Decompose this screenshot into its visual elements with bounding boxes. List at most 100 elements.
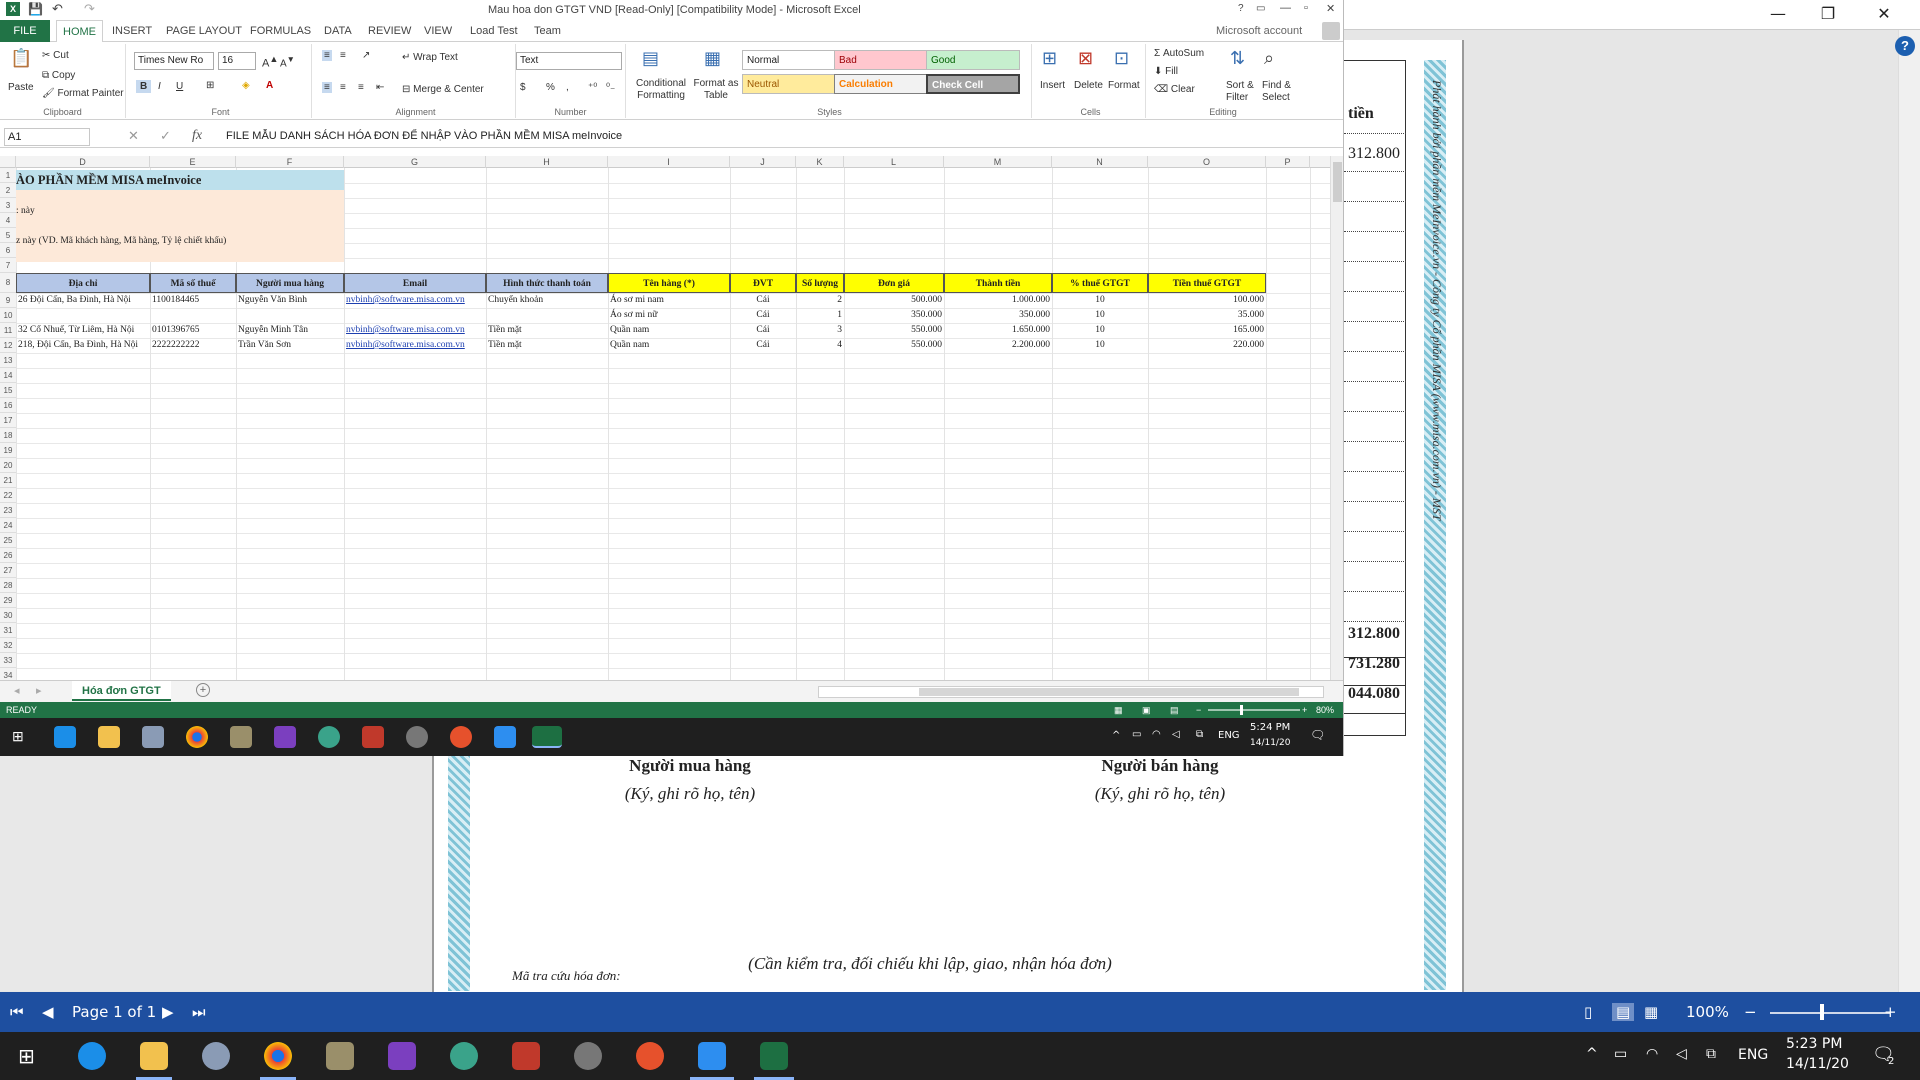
excel-zoom-slider[interactable] xyxy=(1208,709,1300,711)
cell-tax[interactable]: 1100184465 xyxy=(152,293,234,308)
column-header-j[interactable]: J xyxy=(730,156,796,168)
row-header[interactable]: 34 xyxy=(0,668,16,680)
tab-page-layout[interactable]: PAGE LAYOUT xyxy=(160,20,248,42)
cell-pay[interactable]: Tiền mặt xyxy=(488,323,606,338)
cell-email[interactable]: nvbinh@software.misa.com.vn xyxy=(346,293,484,308)
cell-vatamt[interactable]: 35.000 xyxy=(1150,308,1264,323)
sheet-tab-hoa-don[interactable]: Hóa đơn GTGT xyxy=(72,681,171,701)
align-middle-icon[interactable]: ≡ xyxy=(340,50,346,61)
decrease-font-icon[interactable]: A▼ xyxy=(280,54,295,69)
close-button[interactable]: ✕ xyxy=(1870,4,1898,26)
start-icon[interactable]: ⊞ xyxy=(12,728,24,745)
start-icon[interactable]: ⊞ xyxy=(18,1044,35,1068)
settings-icon[interactable] xyxy=(574,1042,602,1070)
column-header-e[interactable]: E xyxy=(150,156,236,168)
column-header-g[interactable]: G xyxy=(344,156,486,168)
column-header-k[interactable]: K xyxy=(796,156,844,168)
excel-zoom-thumb[interactable] xyxy=(1240,705,1243,715)
column-header-m[interactable]: M xyxy=(944,156,1052,168)
fill-color-icon[interactable]: ◈ xyxy=(242,80,250,91)
visual-studio-icon[interactable] xyxy=(274,726,296,748)
cell-price[interactable]: 550.000 xyxy=(846,338,942,353)
network-icon[interactable]: ⧉ xyxy=(1706,1046,1716,1062)
increase-decimal-icon[interactable]: ⁺⁰ xyxy=(588,82,597,93)
excel-taskbar-icon[interactable] xyxy=(532,726,562,748)
redo-icon[interactable]: ↷ xyxy=(84,1,95,17)
app-blue-icon[interactable] xyxy=(698,1042,726,1070)
volume-icon[interactable]: ◁ xyxy=(1172,729,1180,740)
clock-date[interactable]: 14/11/20 xyxy=(1786,1056,1849,1072)
header-cell[interactable]: Người mua hàng xyxy=(236,273,344,293)
row-header[interactable]: 1 xyxy=(0,168,16,183)
cell-item[interactable]: Áo sơ mi nam xyxy=(610,293,728,308)
row-header[interactable]: 24 xyxy=(0,518,16,533)
page-layout-view-icon[interactable]: ▣ xyxy=(1142,702,1151,718)
inner-lang[interactable]: ENG xyxy=(1218,730,1240,741)
help-icon[interactable]: ? xyxy=(1895,36,1915,56)
tools-icon[interactable] xyxy=(326,1042,354,1070)
cell-qty[interactable]: 2 xyxy=(798,293,842,308)
volume-icon[interactable]: ◁ xyxy=(1676,1046,1687,1062)
row-header[interactable]: 30 xyxy=(0,608,16,623)
style-calculation[interactable]: Calculation xyxy=(834,74,928,94)
tab-view[interactable]: VIEW xyxy=(418,20,458,42)
italic-button[interactable]: I xyxy=(158,81,161,92)
horizontal-scroll-thumb[interactable] xyxy=(919,688,1299,696)
fill-button[interactable]: ⬇ Fill xyxy=(1154,66,1178,77)
wrap-text-button[interactable]: ↵ Wrap Text xyxy=(402,52,458,63)
cell-unit[interactable]: Cái xyxy=(732,308,794,323)
cell-item[interactable]: Áo sơ mi nữ xyxy=(610,308,728,323)
delete-cells-icon[interactable]: ⊠ xyxy=(1078,48,1093,69)
column-header-n[interactable]: N xyxy=(1052,156,1148,168)
row-header[interactable]: 32 xyxy=(0,638,16,653)
row-header[interactable]: 12 xyxy=(0,338,16,353)
cell-tax[interactable]: 2222222222 xyxy=(152,338,234,353)
tab-formulas[interactable]: FORMULAS xyxy=(244,20,317,42)
row-header[interactable]: 3 xyxy=(0,198,16,213)
row-header[interactable]: 15 xyxy=(0,383,16,398)
insert-button[interactable]: Insert xyxy=(1040,80,1065,91)
note-line-2[interactable]: z này (VD. Mã khách hàng, Mã hàng, Tỷ lệ… xyxy=(16,234,226,248)
row-header[interactable]: 21 xyxy=(0,473,16,488)
row-header[interactable]: 5 xyxy=(0,228,16,243)
tab-home[interactable]: HOME xyxy=(56,20,103,43)
cell-amount[interactable]: 1.000.000 xyxy=(946,293,1050,308)
last-page-icon[interactable]: ⏭ xyxy=(192,1003,206,1021)
cell-unit[interactable]: Cái xyxy=(732,293,794,308)
cell-email[interactable] xyxy=(346,308,484,323)
excel-zoom-in-icon[interactable]: + xyxy=(1302,702,1307,718)
column-header-f[interactable]: F xyxy=(236,156,344,168)
cell-amount[interactable]: 1.650.000 xyxy=(946,323,1050,338)
first-page-icon[interactable]: ⏮ xyxy=(10,1003,24,1021)
sheet-title[interactable]: ÀO PHẦN MỀM MISA meInvoice xyxy=(16,171,201,189)
vertical-scrollbar[interactable] xyxy=(1330,156,1343,680)
header-cell[interactable]: Địa chỉ xyxy=(16,273,150,293)
clock-time[interactable]: 5:23 PM xyxy=(1786,1036,1842,1052)
row-header[interactable]: 10 xyxy=(0,308,16,323)
restore-icon[interactable]: ▫ xyxy=(1304,2,1308,14)
cell-tax[interactable] xyxy=(152,308,234,323)
app-b-icon[interactable] xyxy=(318,726,340,748)
find-select-button[interactable]: Find & Select xyxy=(1262,80,1296,104)
cell-email[interactable]: nvbinh@software.misa.com.vn xyxy=(346,338,484,353)
row-header[interactable]: 13 xyxy=(0,353,16,368)
header-cell[interactable]: Số lượng xyxy=(796,273,844,293)
tray-chevron-icon[interactable]: ^ xyxy=(1586,1046,1598,1062)
minimize-button[interactable]: — xyxy=(1764,4,1792,26)
settings-icon[interactable] xyxy=(406,726,428,748)
battery-icon[interactable]: ▭ xyxy=(1614,1046,1627,1062)
cell-vatamt[interactable]: 165.000 xyxy=(1150,323,1264,338)
cell-vat[interactable]: 10 xyxy=(1054,293,1146,308)
row-header[interactable]: 25 xyxy=(0,533,16,548)
wifi-icon[interactable]: ◠ xyxy=(1152,729,1161,740)
format-table-icon[interactable]: ▦ xyxy=(704,48,721,69)
style-normal[interactable]: Normal xyxy=(742,50,836,70)
number-format-select[interactable]: Text xyxy=(516,52,622,70)
column-header-l[interactable]: L xyxy=(844,156,944,168)
note-line-1[interactable]: : này xyxy=(16,204,35,218)
delete-button[interactable]: Delete xyxy=(1074,80,1103,91)
page-break-view-icon[interactable]: ▤ xyxy=(1170,702,1179,718)
decrease-decimal-icon[interactable]: ⁰₋ xyxy=(606,82,615,93)
horizontal-scrollbar[interactable] xyxy=(818,686,1324,698)
tools-icon[interactable] xyxy=(230,726,252,748)
